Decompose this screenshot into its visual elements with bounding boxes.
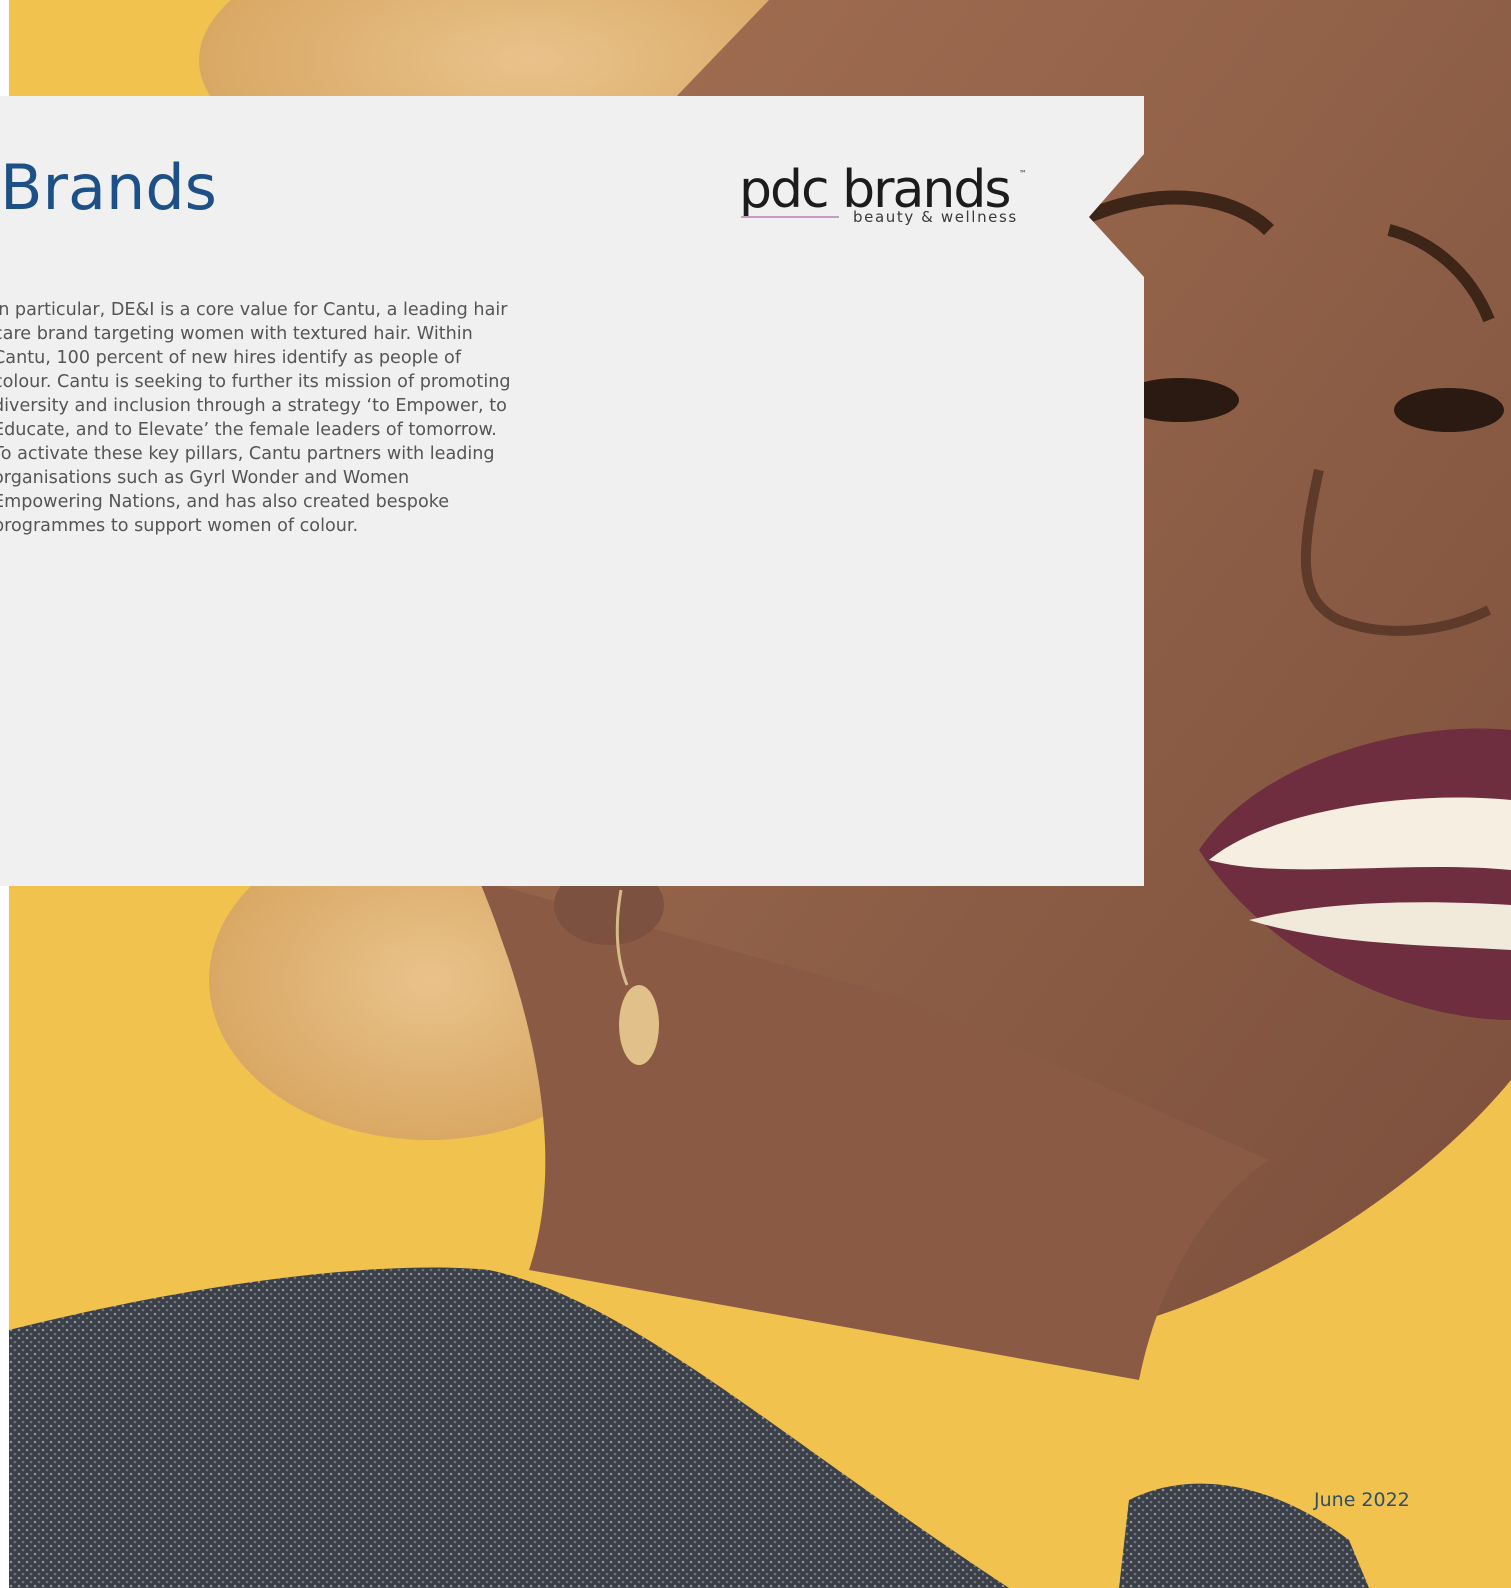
logo-trademark: ™ (1019, 169, 1027, 178)
document-page: Brands In particular, DE&I is a core val… (0, 0, 1511, 1588)
pdc-brands-logo: pdc brands ™ beauty & wellness (739, 160, 1039, 240)
page-title: Brands (0, 151, 217, 224)
logo-tagline: beauty & wellness (853, 208, 1018, 226)
content-card: Brands In particular, DE&I is a core val… (0, 96, 1144, 886)
body-paragraph: In particular, DE&I is a core value for … (0, 300, 511, 536)
publication-date: June 2022 (1314, 1489, 1410, 1511)
logo-underline (741, 216, 839, 218)
